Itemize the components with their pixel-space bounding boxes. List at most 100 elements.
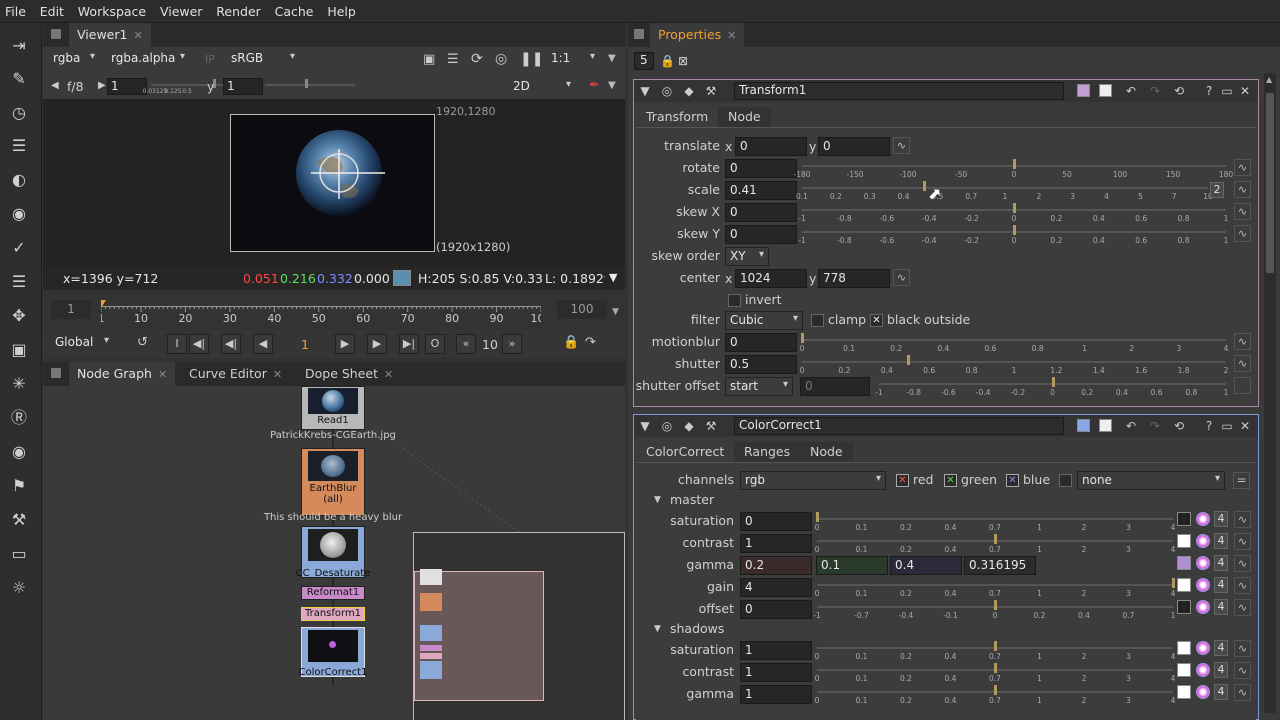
- scroll-thumb[interactable]: [1266, 93, 1274, 273]
- scale-channels-count[interactable]: 2: [1210, 182, 1224, 198]
- tab-ranges[interactable]: Ranges: [734, 442, 801, 462]
- gamma-color-wheel-icon[interactable]: [1196, 556, 1210, 570]
- slider-knob[interactable]: [816, 512, 819, 522]
- color-picker-icon[interactable]: ✒: [589, 78, 600, 93]
- slider-knob[interactable]: [1051, 377, 1055, 387]
- frame-range-dropdown[interactable]: Global: [51, 334, 113, 353]
- saturation-channels-count[interactable]: 4: [1214, 511, 1228, 527]
- saturation-color-swatch[interactable]: [1177, 512, 1191, 526]
- lock-icon[interactable]: 🔒: [563, 335, 579, 350]
- redo-icon[interactable]: ↷: [1146, 82, 1164, 100]
- filter-nodes-icon[interactable]: ◉: [8, 203, 30, 225]
- center-x-field[interactable]: 1024: [735, 269, 807, 288]
- menu-viewer[interactable]: Viewer: [155, 0, 208, 19]
- target-icon[interactable]: ◎: [495, 51, 507, 67]
- playback-mode-icon[interactable]: ↺: [137, 335, 148, 350]
- close-icon[interactable]: ✕: [273, 368, 282, 381]
- slider-knob[interactable]: [1013, 159, 1016, 169]
- alpha-checkbox[interactable]: [1059, 474, 1072, 487]
- gamma-field[interactable]: 0.4: [890, 556, 962, 575]
- rotate-field[interactable]: 0: [725, 159, 797, 178]
- shadows-collapse-icon[interactable]: ▼: [654, 624, 661, 634]
- slider-knob[interactable]: [1013, 225, 1016, 235]
- gamma-slider[interactable]: [265, 78, 355, 100]
- shadows-gamma-color-swatch[interactable]: [1177, 685, 1191, 699]
- gain-field[interactable]: 1: [107, 78, 147, 95]
- slider-knob[interactable]: [994, 600, 997, 610]
- scroll-up-icon[interactable]: ▲: [1266, 75, 1274, 84]
- in-point-button[interactable]: I: [167, 334, 187, 354]
- help-icon[interactable]: ?: [1200, 82, 1218, 100]
- menu-render[interactable]: Render: [211, 0, 266, 19]
- minimize-icon[interactable]: ▭: [1218, 417, 1236, 435]
- node-color-swatch[interactable]: [1077, 84, 1090, 97]
- master-collapse-icon[interactable]: ▼: [654, 495, 661, 505]
- current-frame[interactable]: 1: [301, 337, 309, 352]
- center-y-field[interactable]: 778: [818, 269, 890, 288]
- shutter-slider[interactable]: 0 0.2 0.4 0.6 0.8 1 1.2 1.4 1.6 1.8 2: [800, 353, 1228, 375]
- menu-workspace[interactable]: Workspace: [73, 0, 151, 19]
- lock-icon[interactable]: 🔒: [660, 54, 675, 68]
- translate-curve-icon[interactable]: ∿: [893, 137, 910, 154]
- shadows-saturation-curve-icon[interactable]: ∿: [1234, 640, 1251, 657]
- slider-knob[interactable]: [994, 534, 997, 544]
- center-curve-icon[interactable]: ∿: [893, 269, 910, 286]
- offset-curve-icon[interactable]: ∿: [1234, 599, 1251, 616]
- help-icon[interactable]: ?: [1200, 417, 1218, 435]
- close-icon[interactable]: ✕: [158, 368, 167, 381]
- earthblur-node[interactable]: EarthBlur (all): [301, 448, 365, 516]
- viewer-options-icon[interactable]: ▼: [608, 80, 616, 91]
- filter-dropdown[interactable]: Cubic: [725, 311, 803, 330]
- prev-frame-button[interactable]: ◀: [253, 334, 273, 354]
- gamma-color-swatch[interactable]: [1177, 556, 1191, 570]
- furnace-icon[interactable]: ☼: [8, 577, 30, 599]
- tab-node[interactable]: Node: [718, 107, 771, 127]
- deep-nodes-icon[interactable]: Ⓡ: [8, 407, 30, 429]
- prev-keyframe-button[interactable]: ◀|: [221, 334, 241, 354]
- navigator-map[interactable]: [413, 532, 625, 720]
- read-node[interactable]: Read1: [301, 386, 365, 430]
- gain-field[interactable]: 4: [740, 578, 812, 597]
- max-panels-field[interactable]: 5: [634, 52, 654, 70]
- slider-knob[interactable]: [994, 641, 997, 651]
- gamma-field[interactable]: 1: [223, 78, 263, 95]
- shutter-field[interactable]: 0.5: [725, 355, 797, 374]
- skewx-field[interactable]: 0: [725, 203, 797, 222]
- gamma-channels-count[interactable]: 4: [1214, 555, 1228, 571]
- skewy-slider[interactable]: -1 -0.8 -0.6 -0.4 -0.2 0 0.2 0.4 0.6 0.8 1: [798, 223, 1228, 245]
- clamp-checkbox[interactable]: [811, 314, 824, 327]
- skewy-field[interactable]: 0: [725, 225, 797, 244]
- sync-icon[interactable]: ↷: [585, 335, 596, 350]
- shadows-saturation-color-wheel-icon[interactable]: [1196, 641, 1210, 655]
- refresh-icon[interactable]: ⟳: [471, 51, 483, 67]
- menu-file[interactable]: File: [0, 0, 31, 19]
- slider-knob[interactable]: [907, 355, 910, 365]
- skew-order-dropdown[interactable]: XY: [725, 247, 769, 266]
- motionblur-slider[interactable]: 0 0.1 0.2 0.4 0.6 0.8 1 2 3 4: [800, 331, 1228, 353]
- color-nodes-icon[interactable]: ◐: [8, 169, 30, 191]
- timeline-menu-icon[interactable]: ▼: [612, 307, 619, 317]
- green-checkbox[interactable]: ✕: [944, 474, 957, 487]
- tab-curve-editor[interactable]: Curve Editor ✕: [181, 362, 290, 386]
- scale-curve-icon[interactable]: ∿: [1234, 181, 1251, 198]
- float-icon[interactable]: ◆: [680, 82, 698, 100]
- saturation-slider[interactable]: 0 0.1 0.2 0.4 0.7 1 2 3 4: [815, 510, 1175, 532]
- slider-knob[interactable]: [994, 663, 997, 673]
- gizmo-icon[interactable]: ⚒: [702, 82, 720, 100]
- gain-color-wheel-icon[interactable]: [1196, 578, 1210, 592]
- contrast-channels-count[interactable]: 4: [1214, 533, 1228, 549]
- slider-knob[interactable]: [922, 181, 926, 191]
- shadows-contrast-color-wheel-icon[interactable]: [1196, 663, 1210, 677]
- alpha-dropdown[interactable]: rgba.alpha: [107, 50, 189, 69]
- gain-channels-count[interactable]: 4: [1214, 577, 1228, 593]
- skewy-curve-icon[interactable]: ∿: [1234, 225, 1251, 242]
- menu-help[interactable]: Help: [322, 0, 361, 19]
- skewx-curve-icon[interactable]: ∿: [1234, 203, 1251, 220]
- collapse-icon[interactable]: ▼: [636, 82, 654, 100]
- first-frame-button[interactable]: ◀|: [189, 334, 209, 354]
- ip-button[interactable]: IP: [205, 53, 215, 66]
- gain-color-swatch[interactable]: [1177, 578, 1191, 592]
- shutter-offset-dropdown[interactable]: start: [725, 377, 793, 396]
- channels-dropdown[interactable]: rgb: [740, 471, 886, 490]
- tab-properties[interactable]: Properties ✕: [650, 23, 745, 47]
